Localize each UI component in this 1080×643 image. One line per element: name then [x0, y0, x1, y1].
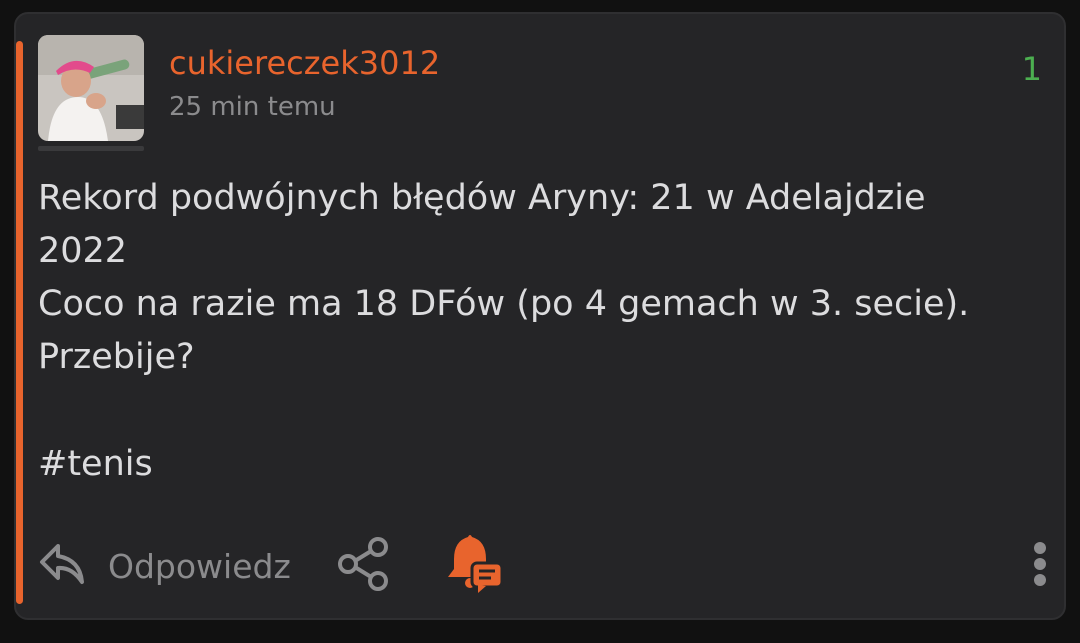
hashtag-link[interactable]: #tenis	[38, 444, 153, 484]
vote-count[interactable]: 1	[1022, 50, 1042, 88]
more-vertical-icon	[1032, 541, 1048, 591]
post-time: 25 min temu	[169, 92, 336, 122]
share-icon	[336, 536, 392, 596]
avatar[interactable]	[38, 35, 144, 141]
reply-label: Odpowiedz	[108, 546, 291, 586]
reply-button[interactable]: Odpowiedz	[38, 536, 291, 596]
avatar-underline	[38, 146, 144, 151]
username[interactable]: cukiereczek3012	[169, 44, 440, 82]
post-card: cukiereczek3012 25 min temu 1 Rekord pod…	[14, 12, 1066, 620]
share-button[interactable]	[336, 536, 392, 596]
bell-comment-icon	[444, 533, 504, 599]
reply-arrow-icon	[38, 540, 86, 592]
post-body: Rekord podwójnych błędów Aryny: 21 w Ade…	[38, 178, 970, 377]
notify-button[interactable]	[444, 534, 504, 598]
more-options-button[interactable]	[1028, 540, 1052, 592]
accent-bar	[16, 41, 23, 604]
